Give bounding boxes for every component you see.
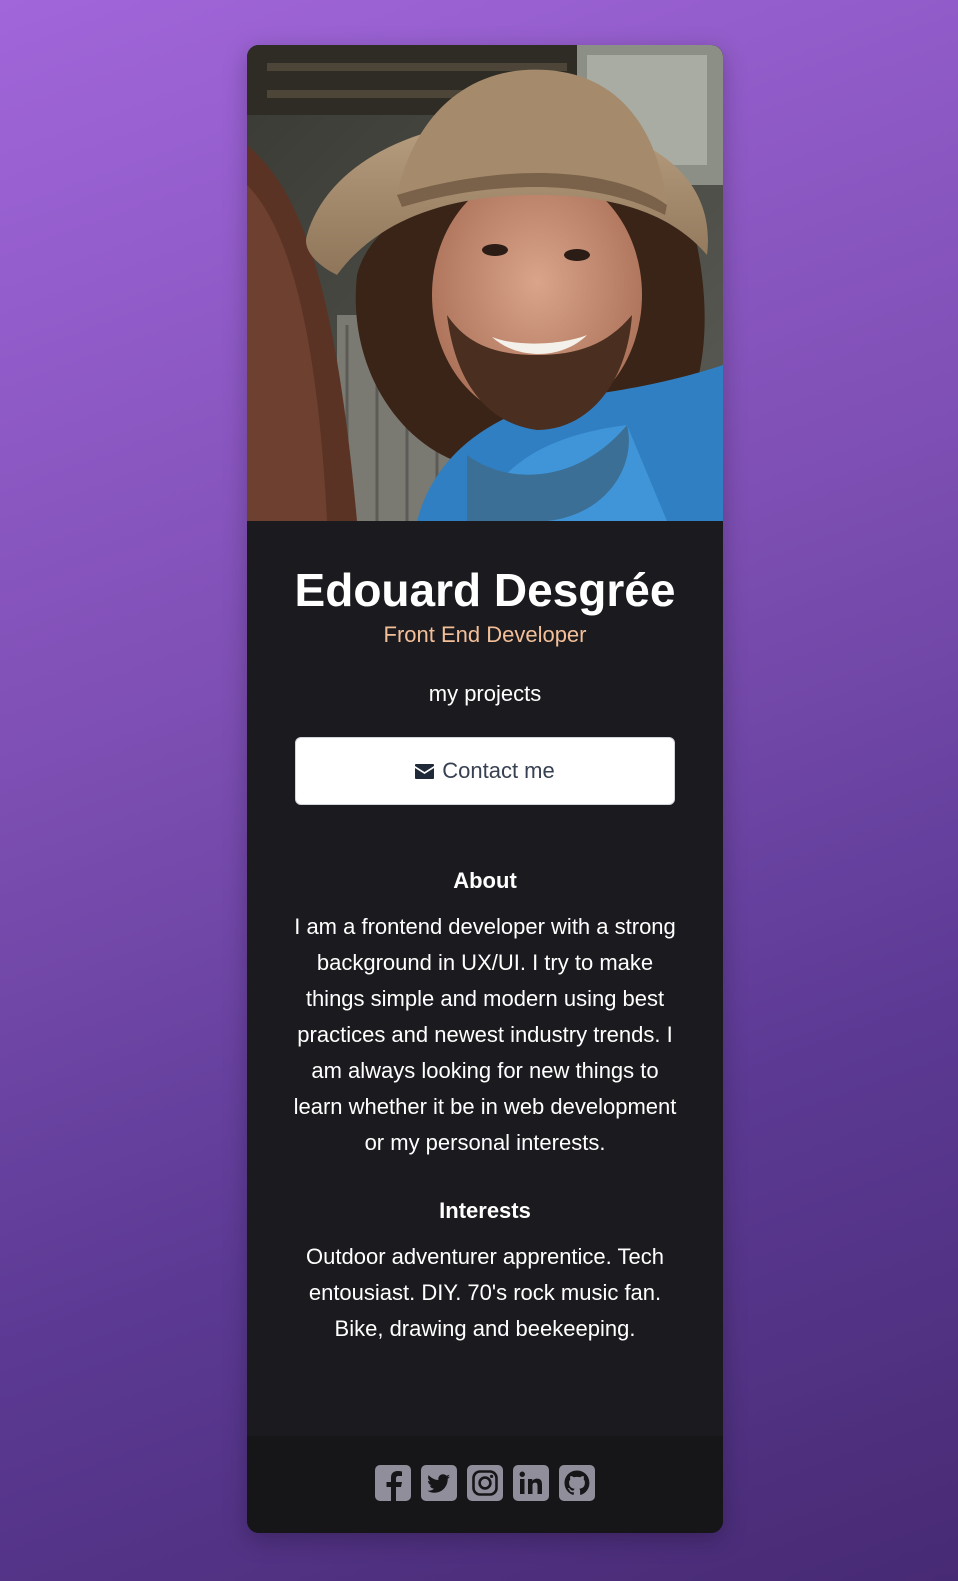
about-section: About I am a frontend developer with a s… [247, 867, 723, 1161]
contact-me-label: Contact me [442, 758, 555, 783]
linkedin-icon[interactable] [512, 1464, 550, 1502]
github-icon[interactable] [558, 1464, 596, 1502]
instagram-icon[interactable] [466, 1464, 504, 1502]
my-projects-link[interactable]: my projects [429, 680, 541, 708]
interests-text: Outdoor adventurer apprentice. Tech ento… [306, 1244, 664, 1341]
about-title: About [453, 868, 517, 893]
twitter-icon[interactable] [420, 1464, 458, 1502]
profile-card: Edouard Desgrée Front End Developer my p… [247, 45, 723, 1533]
facebook-icon[interactable] [374, 1464, 412, 1502]
contact-me-button[interactable]: Contact me [295, 737, 675, 805]
portrait-photo-icon [247, 45, 723, 521]
profile-role: Front End Developer [383, 622, 587, 647]
about-text: I am a frontend developer with a strong … [293, 914, 677, 1155]
profile-info: Edouard Desgrée Front End Developer my p… [247, 521, 723, 1347]
social-footer [247, 1436, 723, 1533]
envelope-icon [415, 763, 435, 779]
interests-title: Interests [439, 1198, 531, 1223]
interests-section: Interests Outdoor adventurer apprentice.… [247, 1197, 723, 1347]
profile-name: Edouard Desgrée [294, 564, 676, 616]
profile-photo [247, 45, 723, 521]
